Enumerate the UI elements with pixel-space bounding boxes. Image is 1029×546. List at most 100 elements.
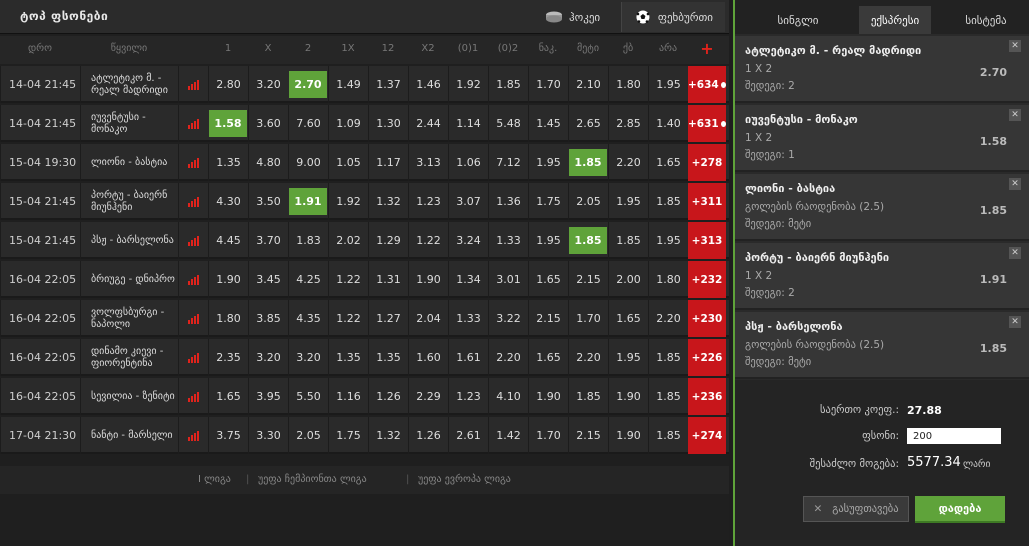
odd-cell[interactable]: 1.32 — [368, 417, 408, 454]
odd-cell[interactable]: 1.26 — [368, 378, 408, 415]
odd-cell[interactable]: 1.95 — [528, 144, 568, 181]
place-bet-button[interactable]: დადება — [915, 496, 1005, 523]
odd-cell[interactable]: 1.31 — [368, 261, 408, 298]
remove-bet-close-icon[interactable]: ✕ — [1009, 178, 1021, 190]
tab-football[interactable]: ფეხბურთი — [621, 2, 725, 32]
odd-cell[interactable]: 2.15 — [568, 417, 608, 454]
odd-cell[interactable]: 1.80 — [648, 261, 688, 298]
clear-button[interactable]: ✕ გასუფთავება — [803, 496, 909, 522]
odd-cell[interactable]: 3.75 — [208, 417, 248, 454]
odd-cell[interactable]: 1.45 — [528, 105, 568, 142]
stats-icon[interactable] — [178, 300, 208, 337]
odd-cell[interactable]: 1.34 — [448, 261, 488, 298]
match-event[interactable]: ნანტი - მარსელი — [80, 417, 178, 454]
odd-cell[interactable]: 1.33 — [488, 222, 528, 259]
odd-cell[interactable]: 3.85 — [248, 300, 288, 337]
odd-cell[interactable]: 1.90 — [408, 261, 448, 298]
more-markets-button[interactable]: +232 — [688, 261, 726, 298]
stats-icon[interactable] — [178, 378, 208, 415]
odd-cell[interactable]: 2.65 — [568, 105, 608, 142]
stats-icon[interactable] — [178, 261, 208, 298]
more-markets-button[interactable]: +226 — [688, 339, 726, 376]
odd-cell[interactable]: 1.70 — [528, 66, 568, 103]
odd-cell[interactable]: 1.85 — [569, 227, 607, 254]
odd-cell[interactable]: 1.92 — [328, 183, 368, 220]
match-event[interactable]: ვოლფსბურგი - ნაპოლი — [80, 300, 178, 337]
odd-cell[interactable]: 3.20 — [288, 339, 328, 376]
odd-cell[interactable]: 2.04 — [408, 300, 448, 337]
more-markets-button[interactable]: +631 — [688, 105, 726, 142]
odd-cell[interactable]: 4.45 — [208, 222, 248, 259]
odd-cell[interactable]: 1.58 — [209, 110, 247, 137]
odd-cell[interactable]: 1.95 — [648, 66, 688, 103]
odd-cell[interactable]: 5.48 — [488, 105, 528, 142]
odd-cell[interactable]: 1.30 — [368, 105, 408, 142]
odd-cell[interactable]: 1.85 — [648, 417, 688, 454]
odd-cell[interactable]: 3.01 — [488, 261, 528, 298]
stats-icon[interactable] — [178, 183, 208, 220]
match-event[interactable]: იუვენტუსი - მონაკო — [80, 105, 178, 142]
match-event[interactable]: ბრიუგე - დნიპრო — [80, 261, 178, 298]
odd-cell[interactable]: 7.12 — [488, 144, 528, 181]
odd-cell[interactable]: 2.05 — [568, 183, 608, 220]
more-markets-button[interactable]: +236 — [688, 378, 726, 415]
odd-cell[interactable]: 1.75 — [328, 417, 368, 454]
odd-cell[interactable]: 3.07 — [448, 183, 488, 220]
stats-icon[interactable] — [178, 66, 208, 103]
odd-cell[interactable]: 1.65 — [528, 339, 568, 376]
odd-cell[interactable]: 2.85 — [608, 105, 648, 142]
remove-bet-close-icon[interactable]: ✕ — [1009, 316, 1021, 328]
odd-cell[interactable]: 2.61 — [448, 417, 488, 454]
odd-cell[interactable]: 1.49 — [328, 66, 368, 103]
odd-cell[interactable]: 2.44 — [408, 105, 448, 142]
odd-cell[interactable]: 1.22 — [328, 300, 368, 337]
odd-cell[interactable]: 5.50 — [288, 378, 328, 415]
odd-cell[interactable]: 1.32 — [368, 183, 408, 220]
league-link-1[interactable]: I ლიგა — [198, 474, 231, 485]
match-event[interactable]: დინამო კიევი - ფიორენტინა — [80, 339, 178, 376]
odd-cell[interactable]: 3.60 — [248, 105, 288, 142]
odd-cell[interactable]: 1.42 — [488, 417, 528, 454]
stake-input[interactable] — [907, 428, 1001, 444]
odd-cell[interactable]: 1.85 — [648, 378, 688, 415]
odd-cell[interactable]: 1.46 — [408, 66, 448, 103]
odd-cell[interactable]: 1.95 — [648, 222, 688, 259]
odd-cell[interactable]: 2.80 — [208, 66, 248, 103]
odd-cell[interactable]: 2.35 — [208, 339, 248, 376]
odd-cell[interactable]: 2.15 — [528, 300, 568, 337]
more-markets-button[interactable]: +274 — [688, 417, 726, 454]
more-markets-button[interactable]: +278 — [688, 144, 726, 181]
odd-cell[interactable]: 1.65 — [648, 144, 688, 181]
odd-cell[interactable]: 3.22 — [488, 300, 528, 337]
odd-cell[interactable]: 1.95 — [608, 339, 648, 376]
odd-cell[interactable]: 1.17 — [368, 144, 408, 181]
odd-cell[interactable]: 3.30 — [248, 417, 288, 454]
odd-cell[interactable]: 1.70 — [528, 417, 568, 454]
odd-cell[interactable]: 2.20 — [488, 339, 528, 376]
match-event[interactable]: ლიონი - ბასტია — [80, 144, 178, 181]
tab-express[interactable]: ექსპრესი — [859, 6, 931, 34]
odd-cell[interactable]: 2.20 — [608, 144, 648, 181]
odd-cell[interactable]: 1.65 — [208, 378, 248, 415]
odd-cell[interactable]: 1.35 — [208, 144, 248, 181]
match-event[interactable]: სევილია - ზენიტი — [80, 378, 178, 415]
odd-cell[interactable]: 1.80 — [208, 300, 248, 337]
remove-bet-close-icon[interactable]: ✕ — [1009, 109, 1021, 121]
odd-cell[interactable]: 1.27 — [368, 300, 408, 337]
odd-cell[interactable]: 1.33 — [448, 300, 488, 337]
odd-cell[interactable]: 1.22 — [328, 261, 368, 298]
odd-cell[interactable]: 2.20 — [648, 300, 688, 337]
odd-cell[interactable]: 1.35 — [368, 339, 408, 376]
odd-cell[interactable]: 1.80 — [608, 66, 648, 103]
odd-cell[interactable]: 1.61 — [448, 339, 488, 376]
odd-cell[interactable]: 3.50 — [248, 183, 288, 220]
odd-cell[interactable]: 1.90 — [528, 378, 568, 415]
odd-cell[interactable]: 1.85 — [648, 183, 688, 220]
odd-cell[interactable]: 2.10 — [568, 66, 608, 103]
match-event[interactable]: პსჟ - ბარსელონა — [80, 222, 178, 259]
odd-cell[interactable]: 3.13 — [408, 144, 448, 181]
stats-icon[interactable] — [178, 222, 208, 259]
odd-cell[interactable]: 3.20 — [248, 339, 288, 376]
odd-cell[interactable]: 1.05 — [328, 144, 368, 181]
stats-icon[interactable] — [178, 417, 208, 454]
